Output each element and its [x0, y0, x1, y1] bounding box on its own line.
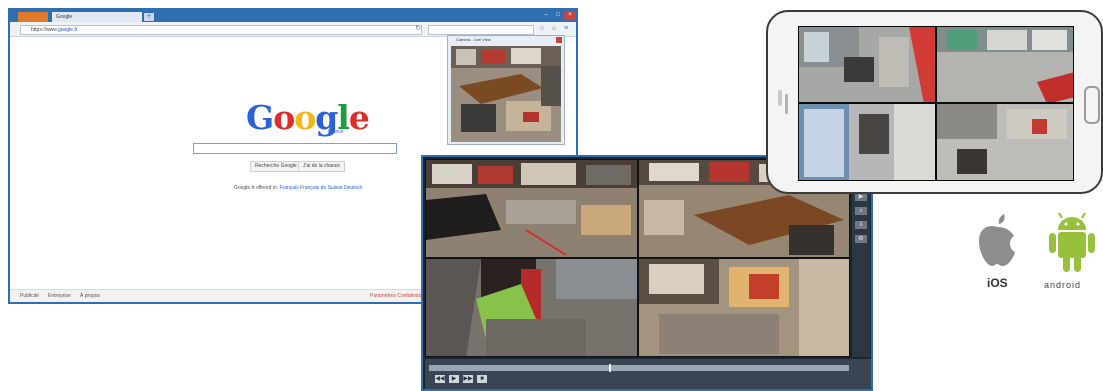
play-button[interactable]: ▶: [449, 375, 459, 383]
android-label: android: [1044, 280, 1082, 290]
stop-button[interactable]: ■: [477, 375, 487, 383]
rewind-button[interactable]: ◀◀: [435, 375, 445, 383]
footer-link-ads[interactable]: Publicité: [20, 293, 39, 299]
timeline-cursor[interactable]: [609, 364, 611, 372]
popup-close-icon[interactable]: [556, 37, 562, 43]
address-bar[interactable]: https://www.google.fr: [20, 25, 422, 35]
phone-speaker: [785, 94, 788, 114]
bookmark-star-icon[interactable]: ☆: [538, 25, 546, 33]
footer-link-business[interactable]: Entreprise: [48, 293, 71, 299]
side-tool-search[interactable]: ⌕: [855, 207, 867, 215]
maximize-button[interactable]: □: [552, 11, 564, 20]
footer-link-about[interactable]: À propos: [80, 293, 100, 299]
reload-icon[interactable]: ↻: [414, 25, 422, 33]
side-tool-playback[interactable]: ▶: [855, 193, 867, 201]
tab-google[interactable]: Google: [52, 12, 142, 22]
phone-home-button[interactable]: [1084, 86, 1100, 124]
phone-sensor: [778, 90, 782, 106]
camera-tile-3[interactable]: [425, 258, 638, 357]
popup-camera-feed: [451, 46, 561, 142]
menu-icon[interactable]: ≡: [562, 25, 570, 33]
fast-forward-button[interactable]: ▶▶: [463, 375, 473, 383]
minimize-button[interactable]: –: [540, 11, 552, 20]
popup-title: Camera - Live View: [456, 37, 491, 42]
language-offer-prefix: Google.fr offered in:: [234, 185, 279, 191]
lucky-button[interactable]: J'ai de la chance: [298, 161, 346, 172]
phone-screen: [798, 26, 1074, 181]
url-domain: google.fr: [57, 27, 78, 33]
camera-popup-window[interactable]: Camera - Live View: [447, 35, 565, 145]
phone-camera-tile-3[interactable]: [798, 103, 936, 181]
phone-camera-tile-4[interactable]: [936, 103, 1074, 181]
language-offer: Google.fr offered in: Français Français …: [234, 185, 362, 191]
phone-camera-tile-1[interactable]: [798, 26, 936, 103]
close-window-button[interactable]: ×: [564, 11, 576, 20]
browser-tabbar: Google + – □ ×: [10, 10, 576, 22]
google-logo: Google: [246, 98, 370, 137]
side-tool-settings[interactable]: ⚙: [855, 235, 867, 243]
language-links[interactable]: Français Français de Suisse Deutsch: [280, 185, 363, 191]
google-search-input[interactable]: [193, 143, 397, 154]
url-prefix: https://www.: [31, 27, 58, 33]
google-logo-sub: France: [328, 129, 344, 135]
home-icon[interactable]: ⌂: [550, 25, 558, 33]
browser-search-box[interactable]: [428, 25, 534, 35]
apple-logo-icon: [976, 210, 1018, 270]
google-search-button[interactable]: Recherche Google: [250, 161, 302, 172]
playback-timeline[interactable]: [429, 364, 849, 372]
side-tool-export[interactable]: ⇩: [855, 221, 867, 229]
phone-camera-tile-2[interactable]: [936, 26, 1074, 103]
camera-tile-4[interactable]: [638, 258, 850, 357]
vms-playback-bar: ◀◀ ▶ ▶▶ ■: [425, 359, 871, 389]
camera-tile-1[interactable]: [425, 159, 638, 258]
new-tab-button[interactable]: +: [144, 13, 154, 21]
ios-label: iOS: [987, 276, 1008, 290]
smartphone: [766, 10, 1103, 194]
tab-firefox-menu[interactable]: [18, 12, 48, 22]
android-logo-icon: [1046, 210, 1098, 278]
